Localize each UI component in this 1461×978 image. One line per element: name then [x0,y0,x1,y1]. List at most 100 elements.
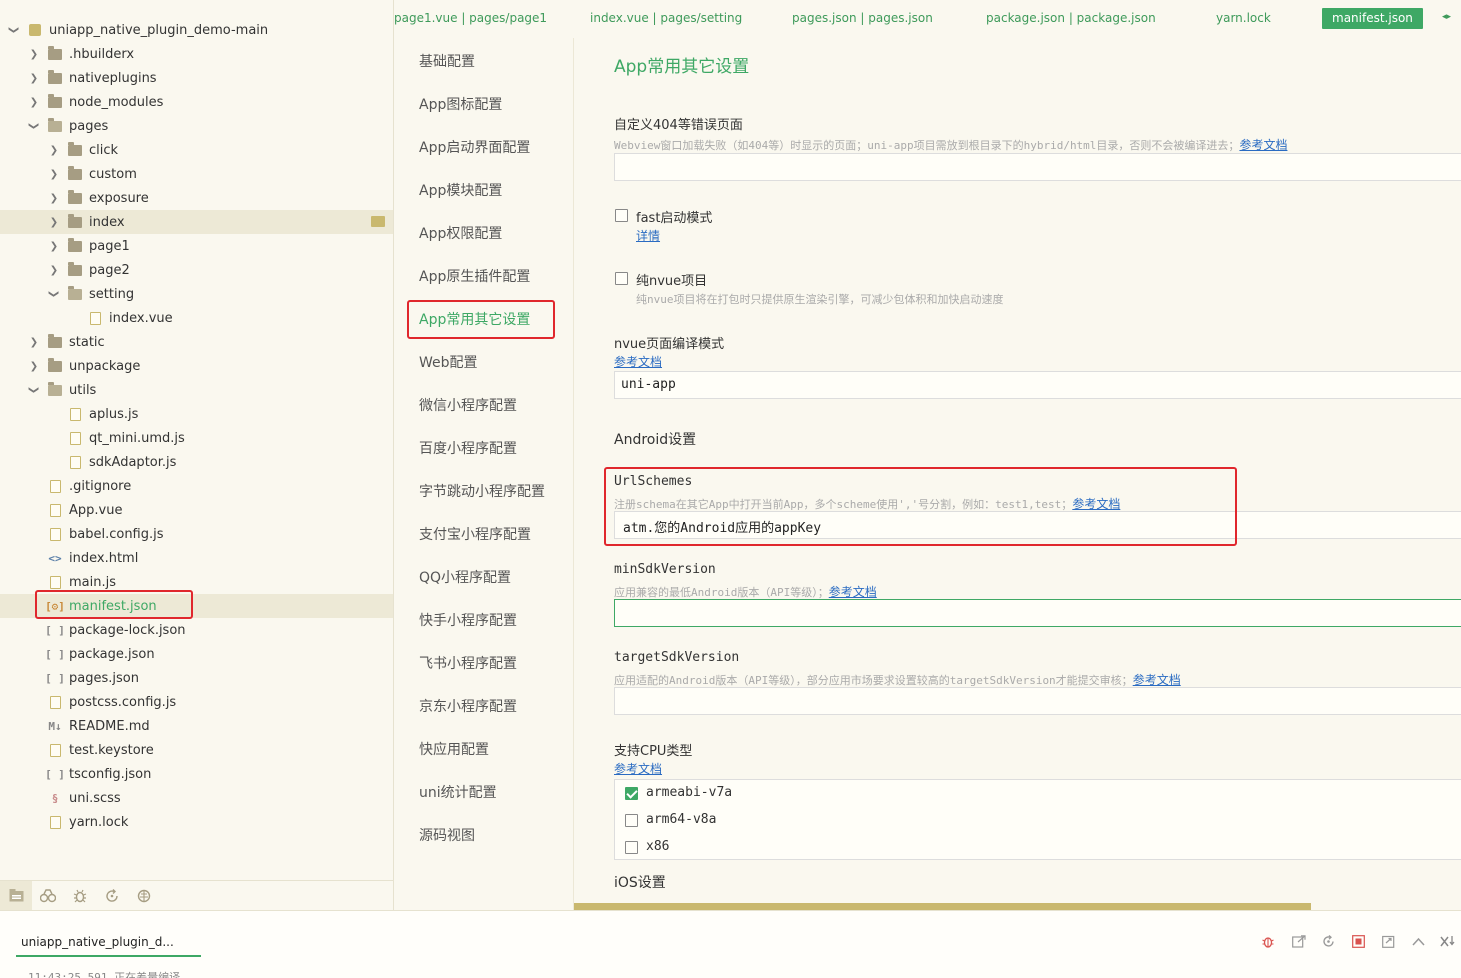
target-sdk-doc-link[interactable]: 参考文档 [1133,673,1181,687]
console-tab[interactable]: uniapp_native_plugin_d... [16,925,201,957]
editor-tab[interactable]: pages.json | pages.json [792,8,933,29]
tree-item[interactable]: sdkAdaptor.js [0,450,393,474]
nav-item[interactable]: App原生插件配置 [419,267,530,287]
reveal-folder-icon[interactable] [371,216,385,227]
export-icon[interactable] [1292,935,1306,952]
restart-icon[interactable] [1322,935,1335,952]
tree-item[interactable]: [⚙] manifest.json [0,594,393,618]
nav-item[interactable]: 飞书小程序配置 [419,654,517,674]
error-page-doc-link[interactable]: 参考文档 [1239,138,1287,152]
source-control-icon[interactable] [96,881,128,911]
chevron-right-icon[interactable]: ❯ [48,264,60,276]
tree-item[interactable]: ❯ unpackage [0,354,393,378]
chevron-right-icon[interactable]: ❯ [28,96,40,108]
nav-item[interactable]: 快手小程序配置 [419,611,517,631]
target-sdk-input[interactable] [614,687,1461,715]
nav-item[interactable]: App常用其它设置 [419,310,530,330]
editor-tab[interactable]: package.json | package.json [986,8,1156,29]
editor-tab[interactable]: page1.vue | pages/page1 [394,8,547,29]
clear-icon[interactable] [1440,935,1456,952]
nav-item[interactable]: 京东小程序配置 [419,697,517,717]
editor-tab[interactable]: index.vue | pages/setting [590,8,742,29]
project-explorer-icon[interactable] [0,880,32,911]
nav-item[interactable]: uni统计配置 [419,783,497,803]
tree-item[interactable]: [ ] pages.json [0,666,393,690]
stop-icon[interactable] [1352,935,1365,952]
tree-item[interactable]: ❯ page1 [0,234,393,258]
url-schemes-doc-link[interactable]: 参考文档 [1072,497,1120,511]
url-schemes-input[interactable]: atm.您的Android应用的appKey [614,511,1461,539]
nvue-mode-doc-link[interactable]: 参考文档 [614,353,662,370]
editor-tab[interactable]: yarn.lock [1216,8,1271,29]
nav-item[interactable]: Web配置 [419,353,478,373]
nav-item[interactable]: 百度小程序配置 [419,439,517,459]
extension-icon[interactable] [128,881,160,911]
debug-icon[interactable] [64,881,96,911]
tree-item[interactable]: App.vue [0,498,393,522]
tree-item[interactable]: ❯ custom [0,162,393,186]
error-page-input[interactable] [614,153,1461,181]
pure-nvue-checkbox[interactable] [615,272,628,285]
tree-item[interactable]: ❯ page2 [0,258,393,282]
nav-item[interactable]: App图标配置 [419,95,502,115]
nav-item[interactable]: 源码视图 [419,826,475,846]
min-sdk-input[interactable] [614,599,1461,627]
chevron-right-icon[interactable]: ❯ [48,216,60,228]
collapse-up-icon[interactable] [1412,935,1425,950]
editor-tab[interactable]: manifest.json [1322,8,1423,29]
tree-item[interactable]: ❯ utils [0,378,393,402]
chevron-down-icon[interactable]: ❯ [28,384,40,396]
tree-item[interactable]: yarn.lock [0,810,393,834]
tree-item[interactable]: postcss.config.js [0,690,393,714]
tree-item[interactable]: ❯ .hbuilderx [0,42,393,66]
tree-item[interactable]: ❯ uniapp_native_plugin_demo-main [0,18,393,42]
chevron-down-icon[interactable]: ❯ [8,24,20,36]
nav-item[interactable]: 微信小程序配置 [419,396,517,416]
chevron-right-icon[interactable]: ❯ [48,240,60,252]
chevron-right-icon[interactable]: ❯ [48,192,60,204]
tree-item[interactable]: [ ] tsconfig.json [0,762,393,786]
cpu-x86-checkbox[interactable] [625,841,638,854]
nav-item[interactable]: 基础配置 [419,52,475,72]
chevron-right-icon[interactable]: ❯ [28,72,40,84]
tree-item[interactable]: ❯ click [0,138,393,162]
nav-item[interactable]: 字节跳动小程序配置 [419,482,545,502]
fast-mode-detail-link[interactable]: 详情 [636,227,660,244]
nvue-mode-select[interactable]: uni-app [614,371,1461,399]
tree-item[interactable]: [ ] package-lock.json [0,618,393,642]
cpu-arm64-v8a-checkbox[interactable] [625,814,638,827]
tree-item[interactable]: ❯ setting [0,282,393,306]
tree-item[interactable]: main.js [0,570,393,594]
tree-item[interactable]: ❯ pages [0,114,393,138]
chevron-down-icon[interactable]: ❯ [28,120,40,132]
chevron-right-icon[interactable]: ❯ [28,48,40,60]
nav-item[interactable]: App权限配置 [419,224,502,244]
bug-icon[interactable] [1262,935,1274,952]
tree-item[interactable]: .gitignore [0,474,393,498]
tree-item[interactable]: M↓ README.md [0,714,393,738]
tree-item[interactable]: babel.config.js [0,522,393,546]
chevron-down-icon[interactable]: ❯ [48,288,60,300]
tree-item[interactable]: aplus.js [0,402,393,426]
cpu-armeabi-v7a-checkbox[interactable] [625,787,638,800]
chevron-right-icon[interactable]: ❯ [48,144,60,156]
nav-item[interactable]: App启动界面配置 [419,138,530,158]
tree-item[interactable]: <> index.html [0,546,393,570]
nav-item[interactable]: 支付宝小程序配置 [419,525,531,545]
tree-item[interactable]: § uni.scss [0,786,393,810]
nav-item[interactable]: App模块配置 [419,181,502,201]
tree-item[interactable]: ❯ node_modules [0,90,393,114]
tree-item[interactable]: [ ] package.json [0,642,393,666]
cpu-type-doc-link[interactable]: 参考文档 [614,760,662,777]
min-sdk-doc-link[interactable]: 参考文档 [829,585,877,599]
tree-item[interactable]: test.keystore [0,738,393,762]
nav-item[interactable]: 快应用配置 [419,740,489,760]
tree-item[interactable]: qt_mini.umd.js [0,426,393,450]
tree-item[interactable]: ❯ index [0,210,393,234]
open-external-icon[interactable] [1382,935,1396,952]
tree-item[interactable]: ❯ static [0,330,393,354]
tree-item[interactable]: index.vue [0,306,393,330]
tree-item[interactable]: ❯ exposure [0,186,393,210]
chevron-right-icon[interactable]: ❯ [28,360,40,372]
tab-scroll-icon[interactable]: ◂▸ [1442,12,1451,22]
